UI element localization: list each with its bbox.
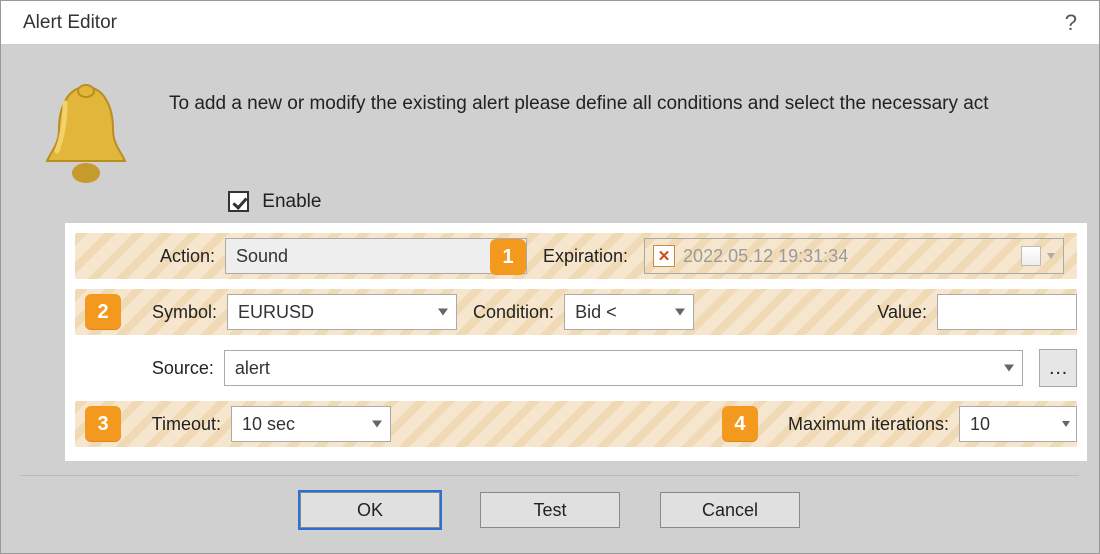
- condition-select[interactable]: Bid <: [564, 294, 694, 330]
- chevron-down-icon: [372, 421, 382, 428]
- chevron-down-icon[interactable]: [1047, 253, 1055, 259]
- chevron-down-icon: [438, 309, 448, 316]
- expiration-value: 2022.05.12 19:31:34: [683, 246, 848, 267]
- alert-editor-dialog: Alert Editor ? To add a new or modify th…: [0, 0, 1100, 554]
- bell-icon: [37, 75, 135, 185]
- symbol-select[interactable]: EURUSD: [227, 294, 457, 330]
- marker-4: 4: [722, 406, 758, 442]
- chevron-down-icon: [1004, 365, 1014, 372]
- button-bar: OK Test Cancel: [21, 475, 1079, 528]
- action-label: Action:: [85, 246, 215, 267]
- source-value: alert: [235, 358, 270, 379]
- row-source: Source: alert …: [75, 345, 1077, 391]
- help-button[interactable]: ?: [1065, 10, 1077, 36]
- source-label: Source:: [85, 358, 214, 379]
- marker-2: 2: [85, 294, 121, 330]
- max-iterations-select[interactable]: 10: [959, 406, 1077, 442]
- test-button[interactable]: Test: [480, 492, 620, 528]
- chevron-down-icon: [1062, 421, 1070, 427]
- symbol-value: EURUSD: [238, 302, 314, 323]
- enable-label: Enable: [262, 191, 321, 212]
- action-value: Sound: [236, 246, 288, 267]
- expiration-clear-icon[interactable]: ✕: [653, 245, 675, 267]
- calendar-icon[interactable]: [1021, 246, 1041, 266]
- marker-1: 1: [490, 239, 526, 275]
- value-label: Value:: [877, 302, 927, 323]
- row-action: Action: Sound 1 Expiration: ✕ 2022.05.12…: [75, 233, 1077, 279]
- marker-3: 3: [85, 406, 121, 442]
- browse-button[interactable]: …: [1039, 349, 1077, 387]
- enable-checkbox[interactable]: [228, 191, 249, 212]
- form-grid: Action: Sound 1 Expiration: ✕ 2022.05.12…: [65, 223, 1087, 461]
- titlebar: Alert Editor ?: [1, 1, 1099, 45]
- row-symbol: 2 Symbol: EURUSD Condition: Bid < Value:: [75, 289, 1077, 335]
- timeout-label: Timeout:: [137, 414, 221, 435]
- expiration-field[interactable]: ✕ 2022.05.12 19:31:34: [644, 238, 1064, 274]
- row-timeout: 3 Timeout: 10 sec 4 Maximum iterations: …: [75, 401, 1077, 447]
- source-select[interactable]: alert: [224, 350, 1023, 386]
- intro-text: To add a new or modify the existing aler…: [135, 75, 989, 115]
- action-select[interactable]: Sound 1: [225, 238, 527, 274]
- timeout-value: 10 sec: [242, 414, 295, 435]
- intro-row: To add a new or modify the existing aler…: [1, 45, 1099, 185]
- condition-label: Condition:: [473, 302, 554, 323]
- cancel-button[interactable]: Cancel: [660, 492, 800, 528]
- chevron-down-icon: [675, 309, 685, 316]
- condition-value: Bid <: [575, 302, 617, 323]
- expiration-label: Expiration:: [543, 246, 628, 267]
- timeout-select[interactable]: 10 sec: [231, 406, 391, 442]
- value-input[interactable]: [937, 294, 1077, 330]
- symbol-label: Symbol:: [137, 302, 217, 323]
- max-iterations-value: 10: [970, 414, 990, 435]
- enable-row: Enable: [1, 189, 1099, 223]
- window-title: Alert Editor: [23, 12, 117, 34]
- ok-button[interactable]: OK: [300, 492, 440, 528]
- max-iterations-label: Maximum iterations:: [788, 414, 949, 435]
